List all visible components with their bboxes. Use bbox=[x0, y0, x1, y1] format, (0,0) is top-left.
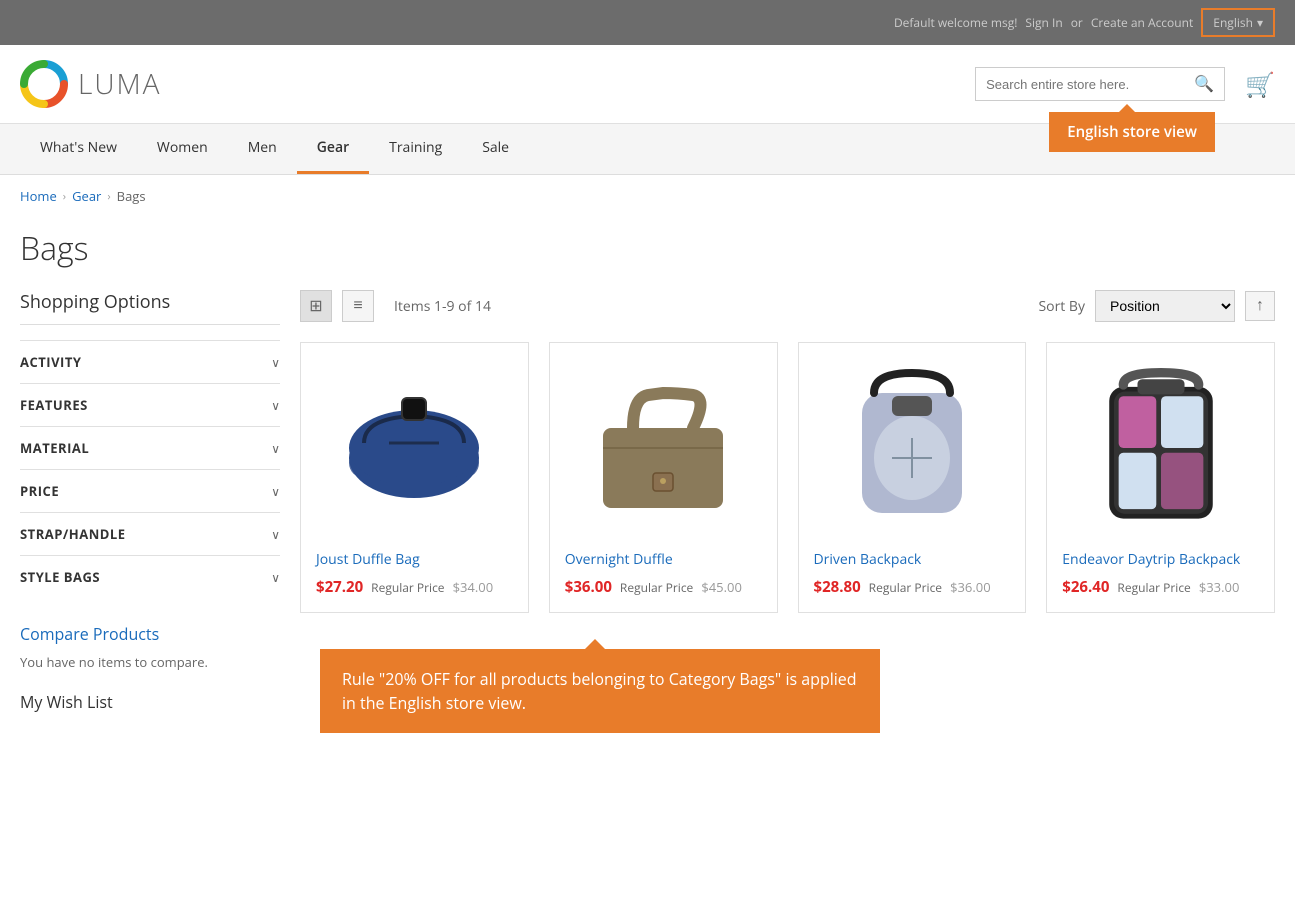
product-image bbox=[1062, 358, 1259, 538]
product-price: $27.20 Regular Price $34.00 bbox=[316, 577, 513, 597]
product-image bbox=[814, 358, 1011, 538]
filter-price[interactable]: PRICE ∨ bbox=[20, 469, 280, 512]
nav-item-women[interactable]: Women bbox=[137, 124, 228, 174]
breadcrumb: Home › Gear › Bags bbox=[0, 175, 1295, 217]
my-wishlist-section: My Wish List bbox=[20, 691, 280, 713]
regular-price-label: Regular Price bbox=[371, 579, 444, 596]
items-count: Items 1-9 of 14 bbox=[394, 297, 491, 316]
list-view-button[interactable]: ≡ bbox=[342, 290, 374, 322]
product-name[interactable]: Driven Backpack bbox=[814, 550, 1011, 569]
chevron-down-icon: ∨ bbox=[271, 483, 280, 500]
breadcrumb-sep1: › bbox=[63, 189, 66, 204]
nav-item-gear[interactable]: Gear bbox=[297, 124, 369, 174]
logo[interactable]: LUMA bbox=[20, 60, 161, 108]
toolbar-left: ⊞ ≡ Items 1-9 of 14 bbox=[300, 290, 491, 322]
nav-item-sale[interactable]: Sale bbox=[462, 124, 529, 174]
nav-item-whatsnew[interactable]: What's New bbox=[20, 124, 137, 174]
product-card[interactable]: Driven Backpack $28.80 Regular Price $36… bbox=[798, 342, 1027, 613]
filter-style-bags[interactable]: STYLE BAGS ∨ bbox=[20, 555, 280, 598]
filter-label: PRICE bbox=[20, 482, 59, 500]
sale-price: $27.20 bbox=[316, 577, 363, 597]
filter-label: MATERIAL bbox=[20, 439, 89, 457]
filter-strap-handle[interactable]: STRAP/HANDLE ∨ bbox=[20, 512, 280, 555]
product-price: $36.00 Regular Price $45.00 bbox=[565, 577, 762, 597]
welcome-message: Default welcome msg! bbox=[894, 14, 1017, 31]
search-button[interactable]: 🔍 bbox=[1194, 74, 1214, 94]
product-name[interactable]: Overnight Duffle bbox=[565, 550, 762, 569]
main-layout: Shopping Options ACTIVITY∨FEATURES∨MATER… bbox=[0, 290, 1295, 753]
breadcrumb-gear[interactable]: Gear bbox=[72, 187, 101, 205]
product-card[interactable]: Joust Duffle Bag $27.20 Regular Price $3… bbox=[300, 342, 529, 613]
create-account-link[interactable]: Create an Account bbox=[1091, 14, 1193, 31]
breadcrumb-sep2: › bbox=[107, 189, 110, 204]
regular-price: $36.00 bbox=[950, 578, 991, 596]
product-name[interactable]: Joust Duffle Bag bbox=[316, 550, 513, 569]
sale-price: $26.40 bbox=[1062, 577, 1109, 597]
rule-banner: Rule "20% OFF for all products belonging… bbox=[320, 649, 880, 733]
chevron-down-icon: ∨ bbox=[271, 569, 280, 586]
grid-view-button[interactable]: ⊞ bbox=[300, 290, 332, 322]
nav-item-men[interactable]: Men bbox=[228, 124, 297, 174]
shopping-options-title: Shopping Options bbox=[20, 290, 280, 325]
product-price: $28.80 Regular Price $36.00 bbox=[814, 577, 1011, 597]
filter-label: FEATURES bbox=[20, 396, 88, 414]
breadcrumb-home[interactable]: Home bbox=[20, 187, 57, 205]
product-card[interactable]: Overnight Duffle $36.00 Regular Price $4… bbox=[549, 342, 778, 613]
header: LUMA 🔍 🛒 English store view bbox=[0, 45, 1295, 124]
product-card[interactable]: Endeavor Daytrip Backpack $26.40 Regular… bbox=[1046, 342, 1275, 613]
chevron-down-icon: ∨ bbox=[271, 526, 280, 543]
filter-activity[interactable]: ACTIVITY ∨ bbox=[20, 340, 280, 383]
filter-features[interactable]: FEATURES ∨ bbox=[20, 383, 280, 426]
product-image bbox=[316, 358, 513, 538]
search-wrap: 🔍 bbox=[975, 67, 1225, 101]
compare-products-title[interactable]: Compare Products bbox=[20, 623, 280, 645]
chevron-down-icon: ∨ bbox=[271, 397, 280, 414]
chevron-down-icon: ∨ bbox=[271, 440, 280, 457]
products-grid: Joust Duffle Bag $27.20 Regular Price $3… bbox=[300, 342, 1275, 613]
regular-price-label: Regular Price bbox=[620, 579, 693, 596]
regular-price: $45.00 bbox=[701, 578, 742, 596]
filter-material[interactable]: MATERIAL ∨ bbox=[20, 426, 280, 469]
sidebar: Shopping Options ACTIVITY∨FEATURES∨MATER… bbox=[20, 290, 280, 713]
product-image bbox=[565, 358, 762, 538]
product-name[interactable]: Endeavor Daytrip Backpack bbox=[1062, 550, 1259, 569]
nav-item-training[interactable]: Training bbox=[369, 124, 462, 174]
sale-price: $28.80 bbox=[814, 577, 861, 597]
sale-price: $36.00 bbox=[565, 577, 612, 597]
regular-price: $34.00 bbox=[453, 578, 494, 596]
top-bar: Default welcome msg! Sign In or Create a… bbox=[0, 0, 1295, 45]
cart-icon[interactable]: 🛒 bbox=[1245, 68, 1275, 101]
toolbar-right: Sort By PositionProduct NamePrice ↑ bbox=[1038, 290, 1275, 322]
header-right: 🔍 🛒 English store view bbox=[975, 67, 1275, 101]
logo-icon bbox=[20, 60, 68, 108]
search-input[interactable] bbox=[986, 77, 1194, 92]
regular-price-label: Regular Price bbox=[1117, 579, 1190, 596]
store-view-tooltip: English store view bbox=[1049, 112, 1215, 152]
sort-label: Sort By bbox=[1038, 297, 1085, 316]
logo-text: LUMA bbox=[78, 65, 161, 103]
wishlist-title: My Wish List bbox=[20, 691, 280, 713]
page-title: Bags bbox=[0, 217, 1295, 290]
language-selector[interactable]: English ▾ bbox=[1201, 8, 1275, 37]
filter-label: STYLE BAGS bbox=[20, 568, 100, 586]
toolbar: ⊞ ≡ Items 1-9 of 14 Sort By PositionProd… bbox=[300, 290, 1275, 322]
or-separator: or bbox=[1071, 14, 1083, 31]
filter-label: STRAP/HANDLE bbox=[20, 525, 126, 543]
regular-price: $33.00 bbox=[1199, 578, 1240, 596]
breadcrumb-current: Bags bbox=[117, 187, 146, 205]
product-price: $26.40 Regular Price $33.00 bbox=[1062, 577, 1259, 597]
compare-empty-message: You have no items to compare. bbox=[20, 653, 280, 671]
sort-select[interactable]: PositionProduct NamePrice bbox=[1095, 290, 1235, 322]
products-area: ⊞ ≡ Items 1-9 of 14 Sort By PositionProd… bbox=[300, 290, 1275, 713]
compare-products-section: Compare Products You have no items to co… bbox=[20, 623, 280, 671]
regular-price-label: Regular Price bbox=[869, 579, 942, 596]
sort-direction-button[interactable]: ↑ bbox=[1245, 291, 1275, 321]
signin-link[interactable]: Sign In bbox=[1025, 14, 1062, 31]
chevron-down-icon: ∨ bbox=[271, 354, 280, 371]
filter-label: ACTIVITY bbox=[20, 353, 81, 371]
